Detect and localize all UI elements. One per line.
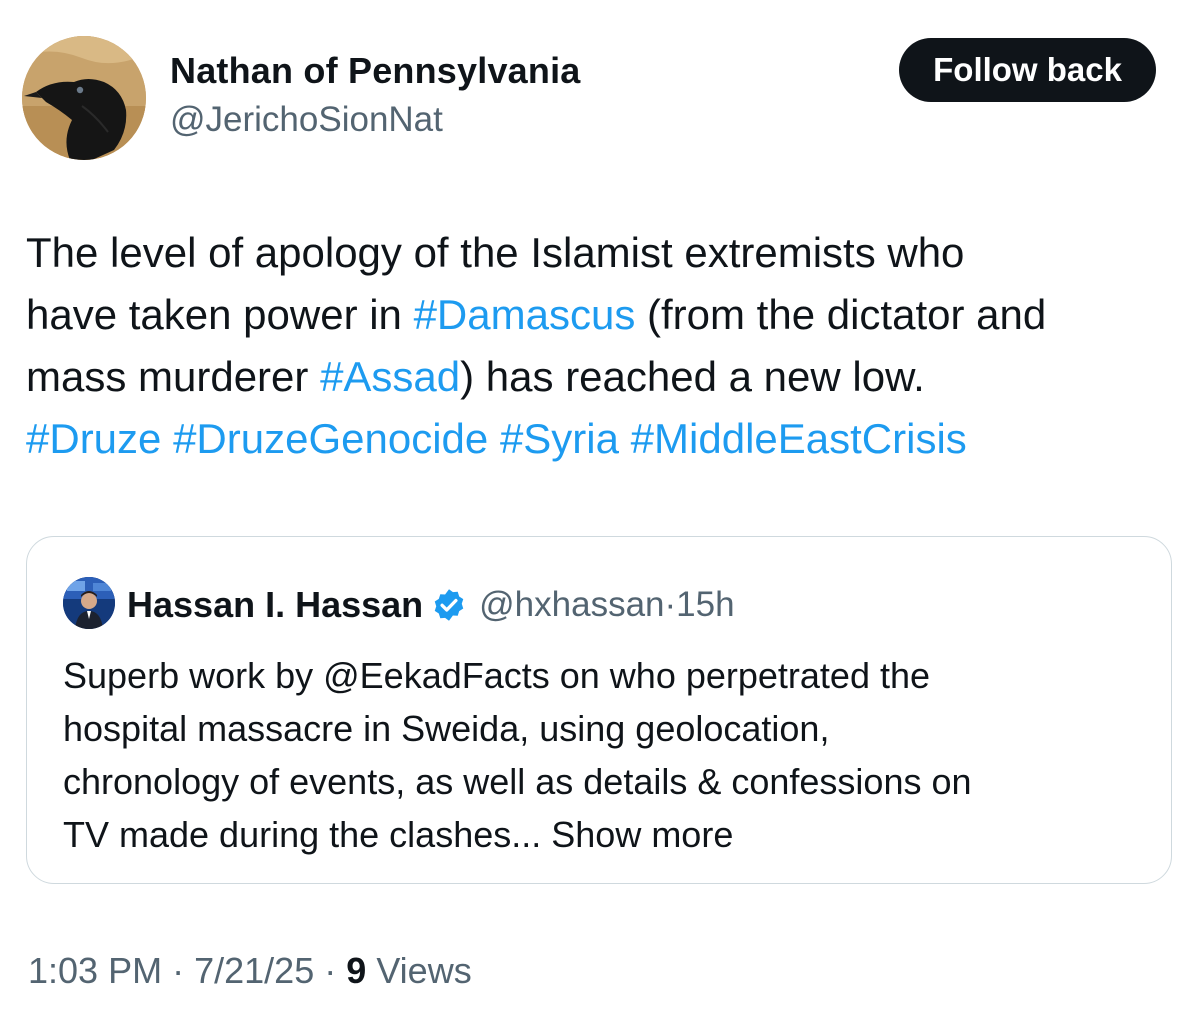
quote-text-last: TV made during the clashes...	[63, 814, 542, 855]
tweet-text-line: #Druze #DruzeGenocide #Syria #MiddleEast…	[26, 408, 1176, 470]
show-more-link[interactable]: Show more	[551, 814, 733, 855]
hashtag-link[interactable]: #Syria	[500, 415, 619, 462]
meta-separator: ·	[172, 950, 185, 991]
tweet-text-line: mass murderer #Assad) has reached a new …	[26, 346, 1176, 408]
tweet-text-segment	[619, 415, 631, 462]
quote-text-line: chronology of events, as well as details…	[63, 761, 972, 802]
tweet-date[interactable]: 7/21/25	[194, 950, 314, 991]
hashtag-link[interactable]: #DruzeGenocide	[173, 415, 488, 462]
tweet-text-segment: mass murderer	[26, 353, 321, 400]
author-avatar[interactable]	[22, 36, 146, 160]
quote-author-handle[interactable]: @hxhassan	[479, 585, 664, 625]
tweet-text-segment: have taken power in	[26, 291, 414, 338]
tweet-meta: 1:03 PM · 7/21/25 · 9 Views	[28, 950, 472, 992]
quote-header: Hassan I. Hassan @hxhassan · 15h	[127, 579, 735, 631]
hashtag-link[interactable]: #MiddleEastCrisis	[631, 415, 967, 462]
quote-author-avatar[interactable]	[63, 577, 115, 629]
author-name[interactable]: Nathan of Pennsylvania	[170, 50, 581, 92]
quote-text-line: TV made during the clashes... Show more	[63, 808, 1143, 861]
views-count: 9	[346, 950, 367, 991]
quote-text-line: Superb work by @EekadFacts on who perpet…	[63, 655, 931, 696]
crow-avatar-icon	[22, 36, 146, 160]
tweet-text-segment	[161, 415, 173, 462]
verified-badge-icon	[434, 589, 464, 621]
tweet-text-segment: The level of apology of the Islamist ext…	[26, 229, 965, 276]
hashtag-link[interactable]: #Druze	[26, 415, 161, 462]
quote-separator: ·	[664, 585, 677, 624]
tweet-text: The level of apology of the Islamist ext…	[26, 222, 1176, 470]
follow-back-button[interactable]: Follow back	[899, 38, 1156, 102]
quote-author-name[interactable]: Hassan I. Hassan	[127, 584, 423, 626]
author-handle[interactable]: @JerichoSionNat	[170, 100, 443, 140]
quote-timestamp[interactable]: 15h	[676, 585, 734, 625]
tweet-text-segment: (from the dictator and	[635, 291, 1047, 338]
tweet-time[interactable]: 1:03 PM	[28, 950, 162, 991]
tweet-text-segment: ) has reached a new low.	[460, 353, 925, 400]
tweet-text-line: have taken power in #Damascus (from the …	[26, 284, 1176, 346]
tweet-text-line: The level of apology of the Islamist ext…	[26, 222, 1176, 284]
meta-separator: ·	[324, 950, 337, 991]
news-anchor-avatar-icon	[63, 577, 115, 629]
tweet-text-segment	[488, 415, 500, 462]
views-label: Views	[376, 950, 472, 991]
quote-text: Superb work by @EekadFacts on who perpet…	[63, 649, 1143, 861]
quoted-tweet-card[interactable]: Hassan I. Hassan @hxhassan · 15h Superb …	[26, 536, 1172, 884]
hashtag-link[interactable]: #Damascus	[414, 291, 636, 338]
quote-text-line: hospital massacre in Sweida, using geolo…	[63, 708, 830, 749]
hashtag-link[interactable]: #Assad	[320, 353, 460, 400]
tweet-header: Nathan of Pennsylvania @JerichoSionNat F…	[22, 36, 1158, 160]
